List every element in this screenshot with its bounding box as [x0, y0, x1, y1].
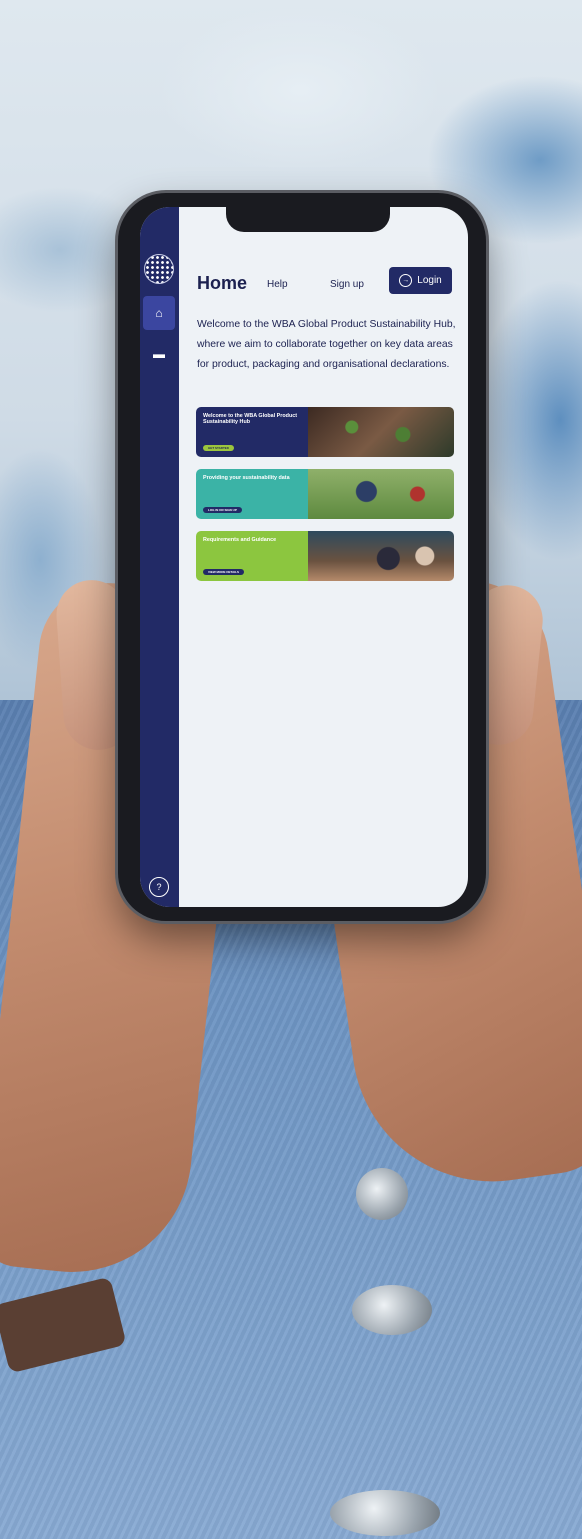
jacket-button [352, 1285, 432, 1335]
nav-help-link[interactable]: Help [267, 279, 288, 290]
phone-screen: ⌂ ▬ ? Home Help Sign up → Login Welcome … [140, 207, 468, 907]
jacket-button [330, 1490, 440, 1536]
card-image-tea-pickers [308, 469, 454, 519]
login-signup-button[interactable]: LOG IN OR SIGN UP [203, 507, 242, 513]
sidebar-item-help[interactable]: ? [149, 877, 169, 897]
login-icon: → [399, 274, 413, 287]
card-text-panel: Requirements and Guidance VIEW MORE DETA… [196, 531, 308, 581]
card-get-started[interactable]: Welcome to the WBA Global Product Sustai… [196, 407, 454, 457]
card-image-meeting [308, 531, 454, 581]
card-text-panel: Welcome to the WBA Global Product Sustai… [196, 407, 308, 457]
help-circle-icon: ? [156, 882, 162, 892]
wba-logo-icon [145, 255, 173, 283]
nav-signup-link[interactable]: Sign up [330, 279, 364, 290]
card-title: Providing your sustainability data [203, 475, 290, 481]
view-details-button[interactable]: VIEW MORE DETAILS [203, 569, 244, 575]
card-image-hands-plants [308, 407, 454, 457]
get-started-button[interactable]: GET STARTED [203, 445, 234, 451]
login-label: Login [417, 275, 442, 286]
login-button[interactable]: → Login [389, 267, 452, 294]
card-title: Welcome to the WBA Global Product Sustai… [203, 413, 298, 426]
card-text-panel: Providing your sustainability data LOG I… [196, 469, 308, 519]
phone-notch [226, 204, 390, 232]
sidebar: ⌂ ▬ ? [140, 207, 179, 907]
jacket-button [356, 1168, 408, 1220]
top-bar: Home Help Sign up → Login [197, 267, 457, 297]
card-title: Requirements and Guidance [203, 537, 277, 543]
page-title: Home [197, 273, 248, 293]
card-requirements[interactable]: Requirements and Guidance VIEW MORE DETA… [196, 531, 454, 581]
home-icon: ⌂ [155, 306, 163, 320]
card-sustainability-data[interactable]: Providing your sustainability data LOG I… [196, 469, 454, 519]
sidebar-item-documents[interactable]: ▬ [143, 337, 175, 371]
welcome-text: Welcome to the WBA Global Product Sustai… [197, 319, 456, 370]
document-icon: ▬ [153, 347, 165, 361]
sidebar-item-home[interactable]: ⌂ [143, 296, 175, 330]
